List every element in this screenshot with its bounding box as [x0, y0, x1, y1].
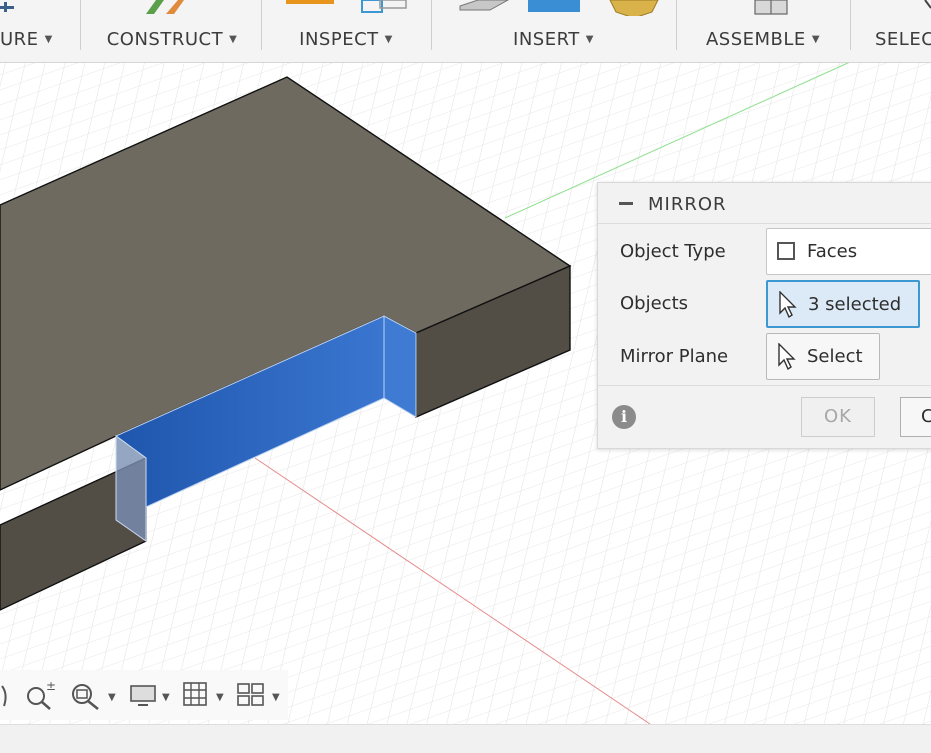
dialog-title: MIRROR — [648, 194, 727, 215]
toolbar-group-configure[interactable]: URE ▼ — [0, 0, 80, 62]
toolbar-separator — [80, 0, 81, 50]
cancel-button[interactable]: C — [900, 397, 931, 437]
toolbar-label-construct: CONSTRUCT — [106, 29, 224, 50]
toolbar-group-inspect[interactable]: INSPECT ▼ — [262, 0, 430, 62]
inspect-measure-icon — [286, 0, 407, 13]
toolbar-label-configure: URE — [0, 29, 39, 50]
chevron-down-icon: ▼ — [811, 34, 821, 45]
cursor-arrow-icon — [779, 291, 797, 319]
info-icon[interactable]: i — [612, 405, 636, 429]
chevron-down-icon[interactable]: ▼ — [108, 692, 116, 703]
object-type-value: Faces — [807, 241, 858, 262]
toolbar-group-select[interactable]: SELEC — [851, 0, 931, 62]
chevron-down-icon[interactable]: ▼ — [272, 692, 280, 703]
toolbar-label-inspect: INSPECT — [299, 29, 379, 50]
dialog-footer-divider — [598, 385, 931, 386]
objects-label: Objects — [620, 293, 689, 314]
toolbar-group-construct[interactable]: CONSTRUCT ▼ — [84, 0, 260, 62]
status-bar — [0, 724, 931, 753]
toolbar-group-assemble[interactable]: ASSEMBLE ▼ — [677, 0, 849, 62]
orbit-icon[interactable] — [0, 680, 12, 710]
toolbar-label-insert: INSERT — [513, 29, 580, 50]
mirror-plane-select-button[interactable]: Select — [766, 333, 880, 380]
ok-button[interactable]: OK — [801, 397, 875, 437]
dialog-header: MIRROR — [598, 183, 931, 224]
toolbar-label-select: SELEC — [875, 29, 931, 50]
svg-text:±: ± — [46, 680, 56, 693]
chevron-down-icon: ▼ — [384, 34, 393, 45]
viewports-icon[interactable] — [236, 680, 266, 710]
chevron-down-icon: ▼ — [44, 34, 53, 45]
zoom-icon[interactable]: ± — [24, 680, 56, 710]
object-type-dropdown[interactable]: Faces — [766, 228, 931, 275]
chevron-down-icon[interactable]: ▼ — [162, 692, 170, 703]
toolbar-label-assemble: ASSEMBLE — [705, 29, 806, 50]
select-arrow-icon — [924, 0, 931, 9]
display-settings-icon[interactable] — [128, 680, 158, 710]
objects-value: 3 selected — [808, 294, 902, 315]
chevron-down-icon: ▼ — [585, 34, 594, 45]
mirror-dialog: MIRROR Object Type Faces Objects 3 selec… — [597, 182, 931, 449]
construct-plane-icon — [146, 0, 184, 14]
mirror-plane-value: Select — [807, 346, 863, 367]
grid-icon[interactable] — [182, 680, 208, 710]
zoom-window-icon[interactable] — [68, 680, 102, 710]
faces-checkbox-icon — [777, 242, 795, 260]
object-type-label: Object Type — [620, 241, 726, 262]
insert-icon — [459, 0, 659, 16]
ribbon-toolbar: URE ▼ CONSTRUCT ▼ INSPECT ▼ INSERT ▼ ASS… — [0, 0, 931, 63]
navigation-bar: ± ▼ ▼ ▼ ▼ — [0, 670, 288, 720]
collapse-icon[interactable] — [619, 202, 633, 205]
toolbar-group-insert[interactable]: INSERT ▼ — [432, 0, 675, 62]
cursor-arrow-icon — [778, 343, 796, 371]
assemble-joint-icon — [754, 0, 788, 15]
chevron-down-icon: ▼ — [229, 34, 238, 45]
mirror-plane-label: Mirror Plane — [620, 346, 729, 367]
chevron-down-icon[interactable]: ▼ — [216, 692, 224, 703]
objects-select-button[interactable]: 3 selected — [766, 280, 920, 328]
configure-icon — [0, 2, 14, 12]
